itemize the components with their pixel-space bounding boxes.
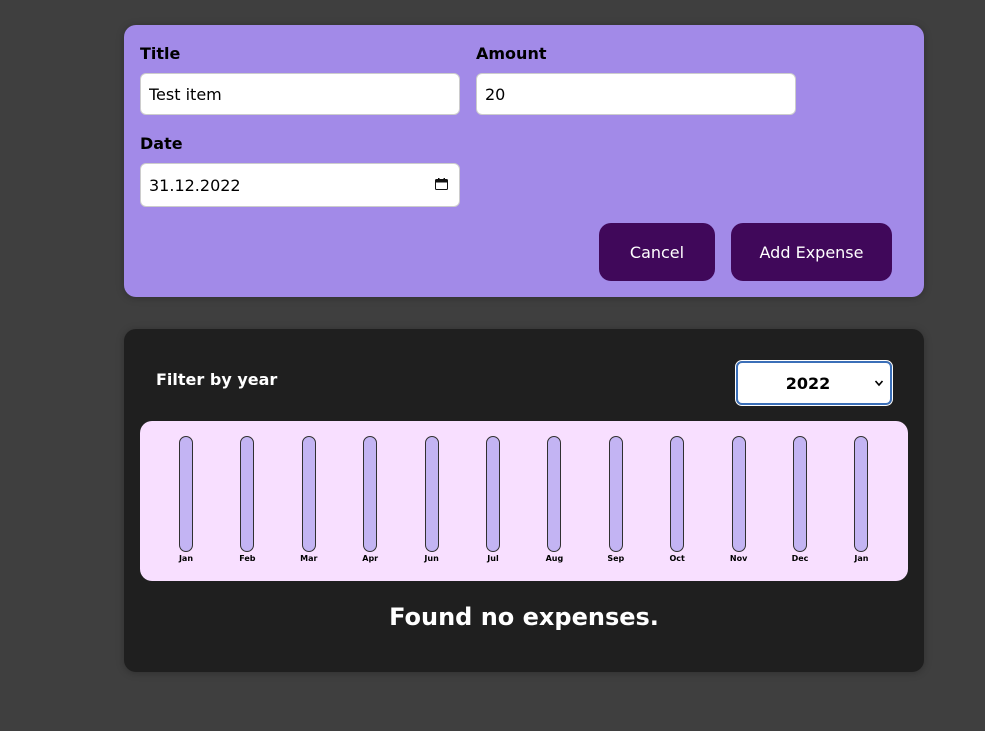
date-value: 31.12.2022 — [149, 176, 241, 195]
chart-bar: Jun — [412, 436, 452, 563]
calendar-icon[interactable] — [435, 178, 448, 190]
empty-message: Found no expenses. — [389, 603, 659, 631]
chart-bar: Feb — [227, 436, 267, 563]
chart-bar: Dec — [780, 436, 820, 563]
chart-bar-track — [793, 436, 807, 552]
chart-bar-track — [670, 436, 685, 552]
chart-bar-track — [179, 436, 193, 552]
chart-bar-track — [363, 436, 378, 552]
year-select[interactable]: 2022 — [735, 360, 893, 406]
chart-bar: Jan — [166, 436, 206, 563]
new-expense-form: Title Amount Date 31.12.2022 Cancel Add … — [124, 25, 924, 297]
chart-bar: Oct — [657, 436, 697, 563]
add-expense-button[interactable]: Add Expense — [731, 223, 892, 281]
chart-bar-track — [547, 436, 562, 552]
chart-bar-track — [486, 436, 500, 552]
amount-label: Amount — [476, 44, 547, 63]
expenses-panel: Filter by year 2022 Jan Feb Mar Apr Jun Jul Au… — [124, 329, 924, 672]
chart-bar-label: Feb — [239, 554, 256, 563]
chart-bar-track — [608, 436, 623, 552]
filter-label: Filter by year — [156, 370, 278, 389]
chart-bar-track — [424, 436, 439, 552]
chart-bar-label: Mar — [300, 554, 318, 563]
cancel-button[interactable]: Cancel — [599, 223, 715, 281]
chart-bar-label: Oct — [669, 554, 685, 563]
chart-bar-track — [731, 436, 746, 552]
chart-bar-label: Nov — [729, 554, 748, 563]
year-select-value: 2022 — [785, 374, 831, 393]
chart-bar-label: Jan — [854, 554, 869, 563]
chart-bar: Jul — [473, 436, 513, 563]
date-label: Date — [140, 134, 183, 153]
chart-bar-track — [240, 436, 255, 552]
title-label: Title — [140, 44, 181, 63]
chart-bar: Nov — [719, 436, 759, 563]
chart-bar-label: Jun — [424, 554, 439, 563]
date-input[interactable]: 31.12.2022 — [140, 163, 460, 207]
chart-bar-label: Jan — [178, 554, 194, 563]
chart-bar: Aug — [534, 436, 574, 563]
expenses-chart: Jan Feb Mar Apr Jun Jul Aug Sep Oct Nov Dec Jan — [140, 421, 908, 581]
chart-bar-label: Jul — [487, 554, 499, 563]
chart-bar-track — [854, 436, 869, 552]
chart-bar-track — [301, 436, 316, 552]
chart-bar: Jan — [841, 436, 881, 563]
title-input[interactable] — [140, 73, 460, 115]
chevron-down-icon — [874, 380, 884, 387]
chart-bar-label: Sep — [607, 554, 625, 563]
chart-bar-label: Dec — [791, 554, 809, 563]
chart-bar: Apr — [350, 436, 390, 563]
chart-bar-label: Apr — [362, 554, 379, 563]
chart-bar-label: Aug — [545, 554, 564, 563]
amount-input[interactable] — [476, 73, 796, 115]
chart-bar: Mar — [289, 436, 329, 563]
chart-bar: Sep — [596, 436, 636, 563]
